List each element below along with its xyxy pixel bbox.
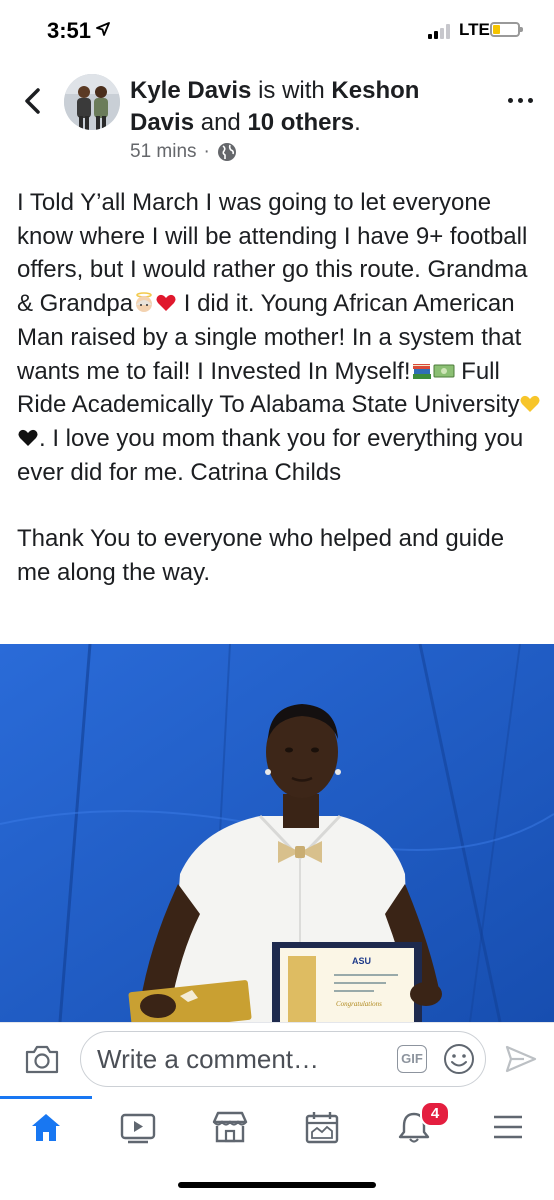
certificate-heading: Congratulations (336, 1000, 382, 1008)
post-paragraph-1: I Told Y’all March I was going to let ev… (17, 186, 543, 489)
certificate-logo: ASU (352, 956, 371, 966)
home-indicator[interactable] (178, 1182, 376, 1188)
comment-input[interactable]: Write a comment… GIF (80, 1031, 486, 1087)
camera-icon[interactable] (24, 1043, 60, 1075)
post-text-part-4: . I love you mom thank you for everythin… (17, 424, 524, 486)
angel-emoji-icon (136, 292, 153, 313)
menu-hamburger-icon[interactable] (488, 1110, 528, 1144)
send-icon[interactable] (504, 1044, 538, 1074)
yellow-heart-emoji-icon (520, 396, 540, 413)
photo-graphic: ASU Congratulations (0, 644, 554, 1022)
profile-photo (64, 74, 120, 130)
post-meta: 51 mins · (130, 141, 237, 163)
location-arrow-icon (96, 22, 110, 36)
and-text: and (194, 109, 248, 136)
post-timestamp[interactable]: 51 mins (130, 141, 197, 163)
smiley-icon[interactable] (443, 1043, 475, 1075)
post-paragraph-2: Thank You to everyone who helped and gui… (17, 525, 505, 587)
period-text: . (354, 109, 361, 136)
post-photo[interactable]: ASU Congratulations (0, 644, 554, 1022)
signal-strength-icon (428, 23, 454, 39)
books-emoji-icon (412, 363, 431, 379)
others-link[interactable]: 10 others (247, 109, 354, 136)
red-heart-emoji-icon (156, 294, 176, 312)
gif-button[interactable]: GIF (397, 1045, 427, 1073)
with-text: is with (251, 77, 332, 104)
notifications-badge: 4 (420, 1101, 450, 1127)
watch-video-icon[interactable] (118, 1110, 158, 1144)
author-name-link[interactable]: Kyle Davis (130, 77, 251, 104)
black-heart-emoji-icon (18, 429, 38, 446)
status-time: 3:51 (47, 18, 92, 43)
avatar[interactable] (64, 74, 120, 130)
comment-bar: Write a comment… GIF (0, 1022, 554, 1097)
more-options-icon[interactable] (508, 96, 534, 106)
back-arrow-icon[interactable] (20, 86, 46, 116)
post-text: I Told Y’all March I was going to let ev… (17, 186, 543, 590)
home-icon[interactable] (26, 1110, 66, 1144)
groups-icon[interactable] (302, 1110, 342, 1144)
post-header-title: Kyle Davis is with Keshon Davis and 10 o… (130, 75, 480, 139)
active-tab-indicator (0, 1096, 92, 1099)
comment-placeholder: Write a comment… (97, 1044, 320, 1074)
network-type: LTE (459, 20, 490, 39)
meta-separator: · (203, 141, 210, 162)
globe-icon (217, 143, 236, 161)
money-emoji-icon (433, 364, 454, 378)
battery-icon (490, 22, 523, 37)
marketplace-icon[interactable] (210, 1110, 250, 1144)
status-bar: 3:51 LTE (0, 0, 554, 60)
